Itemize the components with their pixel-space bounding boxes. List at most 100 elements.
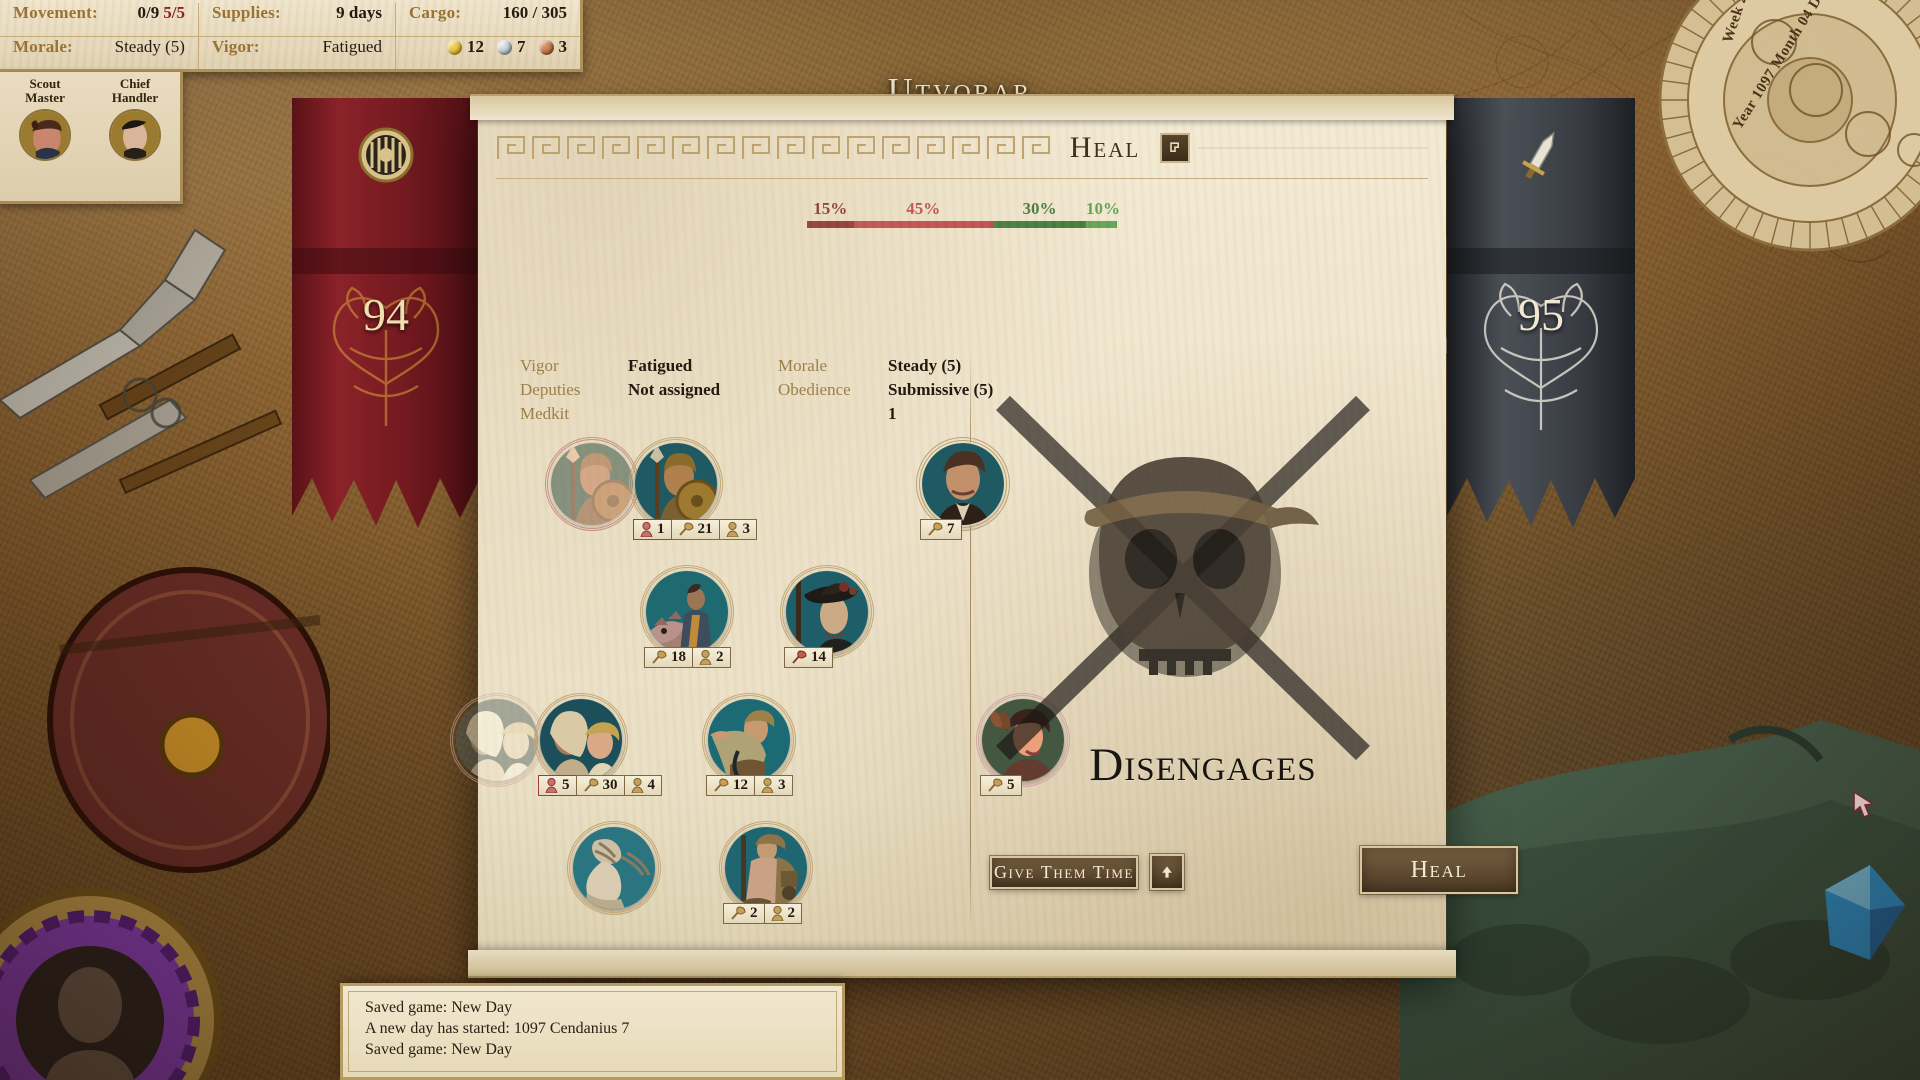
status-row-1: Movement: 0/9 5/5 Supplies: 9 days Cargo… <box>0 3 580 36</box>
wounded-icon <box>545 778 558 793</box>
banner-left-strength: 94 <box>363 289 409 340</box>
silver-coin-icon <box>497 39 512 55</box>
pct-bar-1 <box>853 221 993 228</box>
unit-portrait-stack <box>545 437 723 531</box>
role-chief-handler[interactable]: Chief Handler <box>99 77 171 201</box>
badge-value: 14 <box>811 649 826 665</box>
sword-emblem-icon <box>1522 131 1555 180</box>
roster-row-0: 1 21 3 7 <box>545 437 1024 540</box>
badge-axe: 5 <box>980 775 1022 796</box>
stat-supplies-value: 9 days <box>336 3 382 22</box>
wounded-icon <box>640 522 653 537</box>
copper-coin-amount: 3 <box>558 37 568 56</box>
unit-portrait-stack <box>702 693 796 787</box>
banner-left-army[interactable]: 94 <box>288 98 484 618</box>
unit-main-portrait[interactable] <box>534 693 628 787</box>
banner-right-army[interactable]: 95 <box>1443 98 1639 618</box>
silver-coin: 7 <box>497 37 526 57</box>
stat-morale[interactable]: Morale: Steady (5) <box>0 37 199 69</box>
badge-person: 3 <box>718 519 757 540</box>
stat-cargo[interactable]: Cargo: 160 / 305 <box>396 3 580 36</box>
up-arrow-icon[interactable] <box>1149 853 1185 891</box>
party-roles-panel: Scout Master Chief Handler <box>0 72 183 204</box>
dialog-bottom-edge <box>468 950 1456 978</box>
badge-value: 2 <box>750 905 758 921</box>
unit-badges: 12 3 <box>706 775 793 796</box>
give-them-time-button[interactable]: Give Them Time <box>989 855 1139 890</box>
stat-vigor[interactable]: Vigor: Fatigued <box>199 37 396 69</box>
badge-value: 21 <box>697 521 713 537</box>
banner-right-strength: 95 <box>1518 289 1564 340</box>
portrait-image <box>456 699 538 781</box>
coin-group: 12 7 3 <box>447 37 567 57</box>
unit-main-portrait[interactable] <box>780 565 874 659</box>
role-scout-master-line2: Master <box>25 90 65 105</box>
unit-badges: 7 <box>920 519 962 540</box>
stat-cargo-label: Cargo: <box>408 3 462 22</box>
log-line-0: Saved game: New Day <box>365 999 513 1016</box>
unit-lizard-rider[interactable]: 18 2 <box>640 565 734 668</box>
unit-badges: 14 <box>784 647 833 668</box>
badge-value: 5 <box>1007 777 1015 793</box>
stat-currency[interactable]: 12 7 3 <box>396 37 580 69</box>
role-scout-master-avatar[interactable] <box>19 109 71 161</box>
unit-portrait-stack <box>780 565 874 659</box>
axe-icon <box>987 778 1003 793</box>
scout-master-portrait-icon <box>21 111 69 159</box>
badge-value: 18 <box>671 649 686 665</box>
greek-key-ornament-right <box>1198 146 1428 149</box>
role-scout-master[interactable]: Scout Master <box>9 77 81 201</box>
stat-label-medkit: Medkit <box>520 404 570 423</box>
stat-movement-label: Movement: <box>13 3 98 22</box>
skull-banner-art <box>996 395 1370 761</box>
badge-person: 2 <box>763 903 802 924</box>
unit-badges: 5 30 4 <box>538 775 662 796</box>
unit-main-portrait[interactable] <box>629 437 723 531</box>
badge-value: 3 <box>778 777 786 793</box>
health-distribution: 15% 45% 30% 10% <box>478 199 1446 228</box>
shield-emblem-icon <box>358 127 414 183</box>
roster-row-1: 18 2 14 <box>640 565 888 668</box>
result-text: Disengages <box>1089 739 1317 791</box>
heal-button[interactable]: Heal <box>1359 845 1519 895</box>
gold-coin-icon <box>447 39 462 55</box>
pct-label-0: 15% <box>813 199 848 218</box>
portrait-image <box>708 699 790 781</box>
stat-morale-label: Morale: <box>13 37 73 56</box>
badge-value: 7 <box>947 521 955 537</box>
unit-spearman-group[interactable]: 1 21 3 <box>545 437 757 540</box>
unit-peasant-group[interactable]: 5 30 4 <box>450 693 662 796</box>
portrait-image <box>540 699 622 781</box>
badge-person: 3 <box>754 775 793 796</box>
person-icon <box>725 522 739 537</box>
stat-value-deputies: Not assigned <box>628 380 721 399</box>
unit-hat-warrior[interactable]: 14 <box>780 565 874 668</box>
dialog-title: Heal <box>1069 130 1141 164</box>
stat-label-obedience: Obedience <box>778 380 851 399</box>
reset-icon[interactable] <box>1160 132 1190 163</box>
stat-morale-value: Steady (5) <box>114 37 185 56</box>
stat-value-vigor: Fatigued <box>628 356 693 375</box>
badge-wounded: 5 <box>538 775 577 796</box>
unit-main-portrait[interactable] <box>640 565 734 659</box>
unit-main-portrait[interactable] <box>702 693 796 787</box>
axe-icon <box>730 906 746 921</box>
party-stats-grid: Vigor Fatigued Morale Steady (5) Deputie… <box>520 356 993 424</box>
stat-label-morale: Morale <box>778 356 828 375</box>
role-chief-handler-avatar[interactable] <box>109 109 161 161</box>
portrait-image <box>786 571 868 653</box>
stat-movement-value: 0/9 <box>137 3 160 22</box>
pct-label-1: 45% <box>906 199 941 218</box>
stat-movement[interactable]: Movement: 0/9 5/5 <box>0 3 199 36</box>
badge-value: 2 <box>787 905 796 921</box>
stat-supplies[interactable]: Supplies: 9 days <box>199 3 396 36</box>
unit-badges: 18 2 <box>644 647 731 668</box>
event-log-panel[interactable]: Saved game: New Day A new day has starte… <box>340 983 845 1080</box>
badge-value: 2 <box>716 649 724 665</box>
health-distribution-inner: 15% 45% 30% 10% <box>807 199 1120 228</box>
up-arrow-glyph-icon <box>1162 866 1172 878</box>
stat-cargo-value: 160 / 305 <box>502 3 567 22</box>
unit-brawler[interactable]: 12 3 <box>702 693 796 796</box>
person-icon <box>630 778 644 793</box>
dialog-footer: Give Them Time Heal <box>478 845 1519 906</box>
